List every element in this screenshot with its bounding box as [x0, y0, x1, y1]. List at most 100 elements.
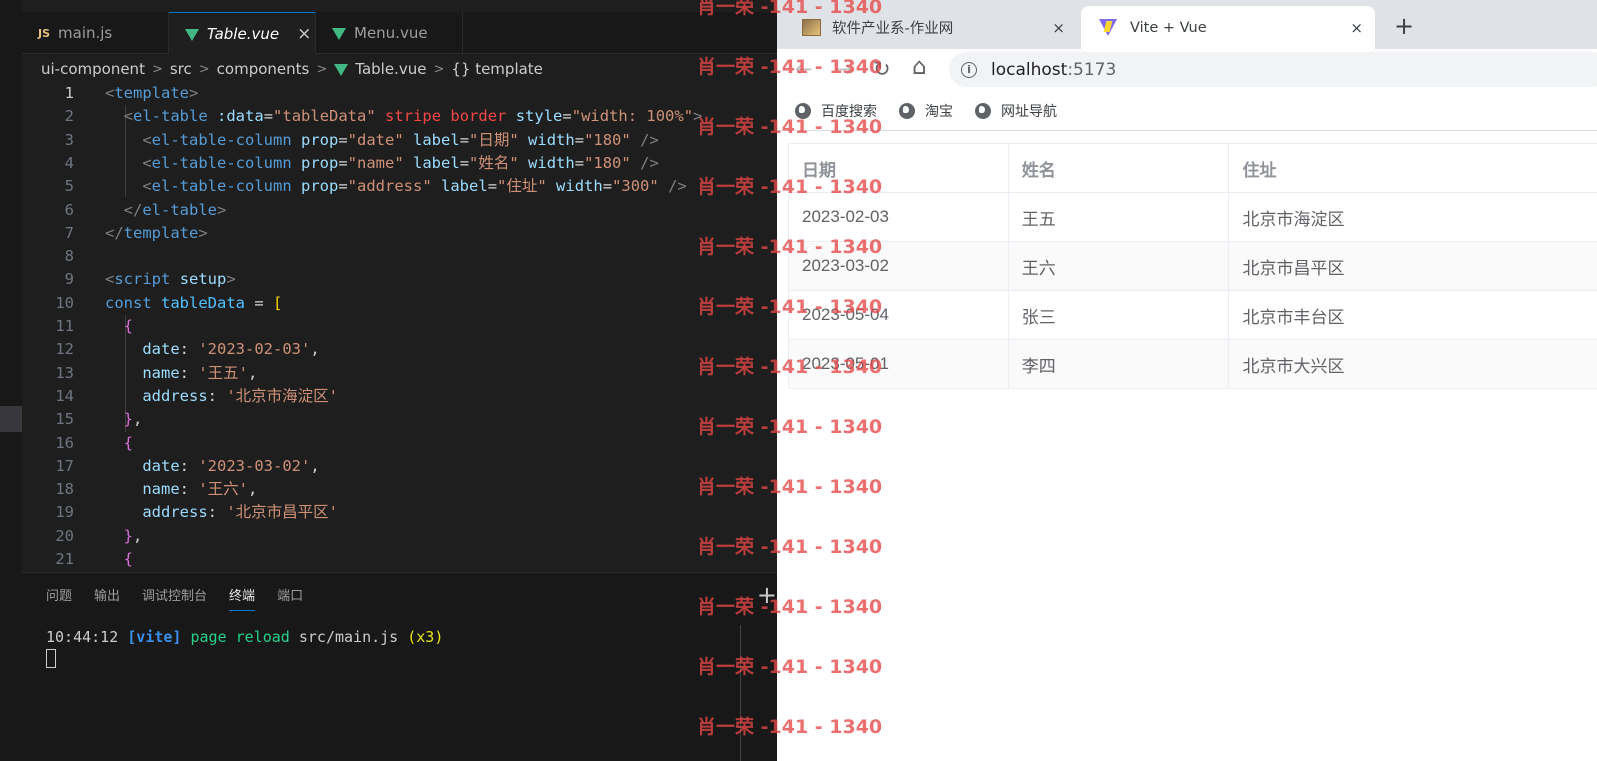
line-number: 11	[55, 317, 74, 335]
cell-date: 2023-02-03	[788, 192, 1009, 242]
chevron-right-icon: >	[316, 61, 328, 77]
code-line[interactable]: 20 },	[22, 525, 777, 548]
code-line[interactable]: 10 const tableData = [	[22, 292, 777, 315]
table-row[interactable]: 2023-05-04 张三 北京市丰台区	[788, 290, 1597, 340]
breadcrumb-item[interactable]: Table.vue	[355, 60, 426, 78]
breadcrumb-item[interactable]: components	[217, 60, 310, 78]
code-text: },	[123, 526, 143, 545]
code-text: {	[123, 317, 134, 335]
tab-main-js[interactable]: JS main.js	[22, 12, 169, 54]
bookmark-nav[interactable]: 网址导航	[975, 101, 1057, 121]
code-line[interactable]: 16 {	[22, 432, 777, 455]
info-icon[interactable]: i	[961, 61, 977, 78]
new-tab-plus-icon[interactable]: +	[1394, 12, 1414, 40]
tab-debug-console[interactable]: 调试控制台	[142, 585, 207, 611]
table-row[interactable]: 2023-03-02 王六 北京市昌平区	[788, 241, 1597, 291]
new-terminal-plus-icon[interactable]: +	[757, 581, 777, 609]
column-header-address[interactable]: 住址	[1228, 143, 1597, 193]
chevron-right-icon: >	[198, 61, 210, 77]
cell-address: 北京市海淀区	[1228, 192, 1597, 242]
code-line[interactable]: 11 {	[22, 315, 777, 338]
cell-address: 北京市大兴区	[1228, 339, 1597, 389]
code-line[interactable]: 2 <el-table :data="tableData" stripe bor…	[22, 105, 777, 128]
code-line[interactable]: 15 },	[22, 408, 777, 431]
code-line[interactable]: 3 <el-table-column prop="date" label="日期…	[22, 129, 777, 152]
browser-toolbar: ← → ↻ ⌂ i localhost:5173	[777, 49, 1597, 91]
cell-name: 王五	[1007, 192, 1230, 242]
tab-label: Menu.vue	[354, 24, 428, 42]
code-line[interactable]: 12 date: '2023-02-03',	[22, 338, 777, 361]
vscode-window: JS main.js Table.vue × Menu.vue ui-compo…	[0, 0, 777, 761]
line-number: 4	[64, 153, 74, 172]
reload-icon[interactable]: ↻	[873, 57, 891, 81]
code-line[interactable]: 9 <script setup>	[22, 268, 777, 291]
terminal-cursor	[46, 649, 56, 668]
code-text: <el-table :data="tableData" stripe borde…	[123, 107, 703, 126]
cell-address: 北京市丰台区	[1228, 290, 1597, 340]
back-arrow-icon[interactable]: ←	[795, 57, 813, 81]
terminal-file: src/main.js	[298, 628, 399, 646]
tab-table-vue[interactable]: Table.vue ×	[169, 12, 316, 54]
breadcrumb-item[interactable]: {} template	[451, 60, 543, 78]
line-number: 13	[55, 363, 74, 382]
code-text: date: '2023-02-03',	[142, 340, 320, 359]
cell-name: 王六	[1007, 241, 1230, 291]
code-line[interactable]: 17 date: '2023-03-02',	[22, 455, 777, 478]
code-line[interactable]: 4 <el-table-column prop="name" label="姓名…	[22, 152, 777, 175]
code-line[interactable]: 8	[22, 245, 777, 268]
line-number: 6	[64, 200, 74, 219]
bookmark-baidu[interactable]: 百度搜索	[795, 101, 877, 121]
breadcrumb-item[interactable]: ui-component	[41, 60, 145, 78]
page-content: 日期 姓名 住址 2023-02-03 王五 北京市海淀区 2023-03-02…	[777, 132, 1597, 761]
url-host: localhost	[991, 59, 1068, 80]
code-line[interactable]: 19 address: '北京市昌平区'	[22, 501, 777, 524]
code-text: </el-table>	[123, 200, 227, 219]
line-number: 14	[55, 386, 74, 405]
column-header-date[interactable]: 日期	[788, 143, 1009, 193]
code-line[interactable]: 13 name: '王五',	[22, 362, 777, 385]
browser-tab-title: 软件产业系-作业网	[832, 21, 954, 37]
terminal-scrollbar[interactable]	[740, 625, 754, 761]
code-text: date: '2023-03-02',	[142, 456, 320, 475]
column-header-name[interactable]: 姓名	[1007, 143, 1230, 193]
code-text: },	[123, 410, 143, 429]
code-line[interactable]: 1 <template>	[22, 82, 777, 105]
code-line[interactable]: 14 address: '北京市海淀区'	[22, 385, 777, 408]
code-editor[interactable]: 1 <template> 2 <el-table :data="tableData"…	[22, 82, 777, 572]
forward-arrow-icon[interactable]: →	[835, 57, 853, 81]
bottom-panel: 问题 输出 调试控制台 终端 端口 + 10:44:12 [vite] page…	[22, 572, 777, 761]
line-number: 10	[55, 293, 74, 312]
close-icon[interactable]: ×	[1350, 19, 1363, 37]
terminal-count: (x3)	[407, 628, 444, 646]
bookmarks-bar: 百度搜索 淘宝 网址导航	[777, 91, 1597, 131]
home-icon[interactable]: ⌂	[912, 54, 927, 80]
tab-menu-vue[interactable]: Menu.vue	[316, 12, 463, 54]
browser-tab-vite-vue[interactable]: Vite + Vue ×	[1081, 6, 1375, 49]
tab-terminal[interactable]: 终端	[229, 585, 256, 611]
code-line[interactable]: 7 </template>	[22, 222, 777, 245]
cell-date: 2023-03-02	[788, 241, 1009, 291]
address-bar[interactable]: i localhost:5173	[949, 52, 1597, 87]
breadcrumb: ui-component > src > components > Table.…	[22, 55, 777, 83]
terminal-time: 10:44:12	[46, 628, 119, 646]
breadcrumb-item[interactable]: src	[170, 60, 192, 78]
code-text: <el-table-column prop="date" label="日期" …	[142, 130, 659, 149]
bookmark-taobao[interactable]: 淘宝	[899, 101, 953, 121]
close-icon[interactable]: ×	[297, 24, 311, 44]
tab-output[interactable]: 输出	[94, 585, 120, 611]
bookmark-label: 百度搜索	[821, 103, 877, 120]
code-line[interactable]: 18 name: '王六',	[22, 478, 777, 501]
browser-tab-homework[interactable]: 软件产业系-作业网 ×	[777, 6, 1077, 49]
code-line[interactable]: 6 </el-table>	[22, 199, 777, 222]
tab-ports[interactable]: 端口	[277, 585, 303, 611]
table-row[interactable]: 2023-05-01 李四 北京市大兴区	[788, 339, 1597, 389]
terminal-output[interactable]: 10:44:12 [vite] page reload src/main.js …	[46, 628, 443, 646]
close-icon[interactable]: ×	[1052, 19, 1065, 37]
code-line[interactable]: 5 <el-table-column prop="address" label=…	[22, 175, 777, 198]
activity-bar	[0, 0, 22, 761]
table-row[interactable]: 2023-02-03 王五 北京市海淀区	[788, 192, 1597, 242]
code-line[interactable]: 21 {	[22, 548, 777, 571]
tab-problems[interactable]: 问题	[46, 585, 72, 611]
chevron-right-icon: >	[151, 61, 163, 77]
site-favicon-icon	[802, 19, 821, 36]
